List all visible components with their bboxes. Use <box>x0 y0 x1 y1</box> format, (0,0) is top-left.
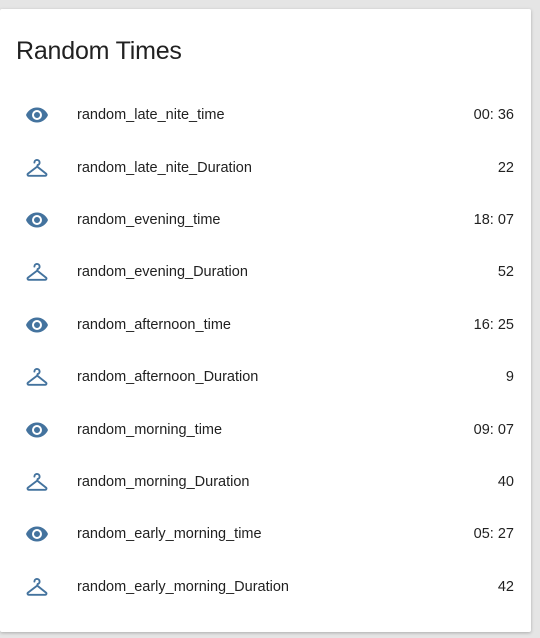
entity-value: 42 <box>497 578 514 595</box>
entity-value: 00: 36 <box>473 107 514 124</box>
hanger-icon <box>24 259 50 285</box>
entity-value: 18: 07 <box>473 211 514 228</box>
entity-row-morning-time[interactable]: random_morning_time 09: 07 <box>0 403 531 455</box>
card-title: Random Times <box>16 37 182 65</box>
entity-name: random_morning_Duration <box>77 473 250 490</box>
entity-row-morning-duration[interactable]: random_morning_Duration 40 <box>0 456 531 508</box>
entity-list: random_late_nite_time 00: 36 random_late… <box>0 89 531 613</box>
entity-value: 40 <box>497 473 514 490</box>
entity-name: random_late_nite_Duration <box>77 159 252 176</box>
entity-row-evening-duration[interactable]: random_evening_Duration 52 <box>0 246 531 298</box>
entity-row-evening-time[interactable]: random_evening_time 18: 07 <box>0 194 531 246</box>
eye-icon <box>24 312 50 338</box>
entity-name: random_early_morning_time <box>77 526 262 543</box>
entity-value: 09: 07 <box>473 421 514 438</box>
hanger-icon <box>24 364 50 390</box>
entity-name: random_early_morning_Duration <box>77 578 289 595</box>
entity-name: random_afternoon_time <box>77 316 231 333</box>
entity-name: random_evening_time <box>77 211 221 228</box>
entity-value: 22 <box>497 159 514 176</box>
eye-icon <box>24 521 50 547</box>
hanger-icon <box>24 574 50 600</box>
hanger-icon <box>24 155 50 181</box>
entity-value: 52 <box>497 264 514 281</box>
entity-name: random_afternoon_Duration <box>77 369 259 386</box>
entity-row-early-morning-duration[interactable]: random_early_morning_Duration 42 <box>0 561 531 613</box>
entity-row-late-nite-time[interactable]: random_late_nite_time 00: 36 <box>0 89 531 141</box>
entity-row-early-morning-time[interactable]: random_early_morning_time 05: 27 <box>0 508 531 560</box>
entity-row-afternoon-duration[interactable]: random_afternoon_Duration 9 <box>0 351 531 403</box>
eye-icon <box>24 417 50 443</box>
hanger-icon <box>24 469 50 495</box>
entity-value: 16: 25 <box>473 316 514 333</box>
entity-row-late-nite-duration[interactable]: random_late_nite_Duration 22 <box>0 141 531 193</box>
entity-value: 05: 27 <box>473 526 514 543</box>
entity-row-afternoon-time[interactable]: random_afternoon_time 16: 25 <box>0 299 531 351</box>
entity-name: random_morning_time <box>77 421 223 438</box>
random-times-card: Random Times random_late_nite_time 00: 3… <box>0 9 531 632</box>
entity-name: random_late_nite_time <box>77 107 225 124</box>
entity-value: 9 <box>505 369 514 386</box>
entity-name: random_evening_Duration <box>77 264 248 281</box>
eye-icon <box>24 207 50 233</box>
eye-icon <box>24 102 50 128</box>
